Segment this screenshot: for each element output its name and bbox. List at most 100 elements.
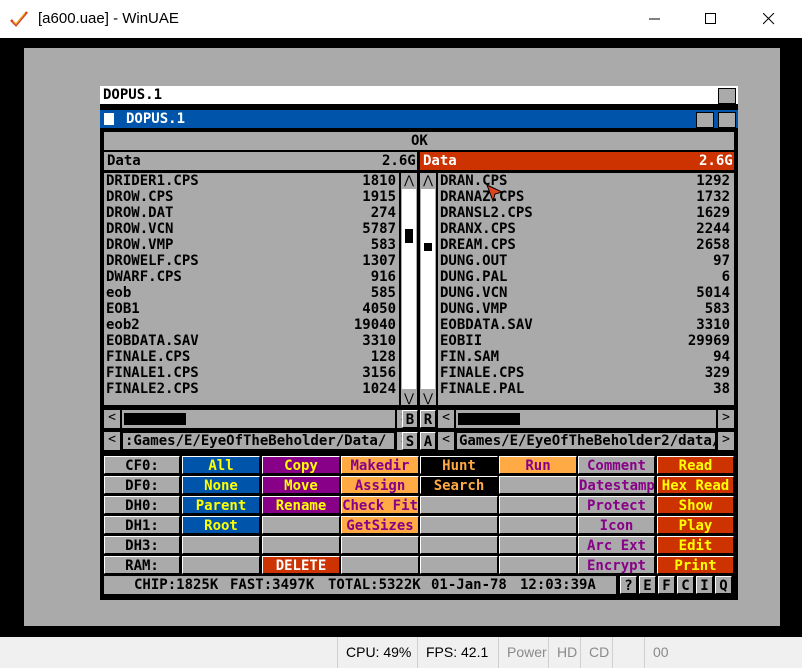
- command-button[interactable]: GetSizes: [341, 516, 419, 534]
- right-scroll-track[interactable]: [421, 189, 435, 389]
- command-button[interactable]: Move: [262, 476, 340, 494]
- command-button[interactable]: Comment: [578, 456, 655, 474]
- device-button[interactable]: DH1:: [104, 516, 180, 534]
- command-button[interactable]: Copy: [262, 456, 340, 474]
- empty-button[interactable]: [420, 496, 498, 514]
- file-row[interactable]: DROW.DAT 274: [106, 205, 396, 221]
- file-row[interactable]: DREAM.CPS 2658: [440, 237, 730, 253]
- left-lister-header[interactable]: [104, 152, 417, 170]
- window-zoom-icon[interactable]: [696, 112, 714, 128]
- empty-button[interactable]: [262, 536, 340, 554]
- empty-button[interactable]: [420, 536, 498, 554]
- buffer-b-button[interactable]: B: [402, 410, 418, 428]
- file-row[interactable]: DUNG.VMP 583: [440, 301, 730, 317]
- command-button[interactable]: Assign: [341, 476, 419, 494]
- empty-button[interactable]: [182, 536, 260, 554]
- maximize-button[interactable]: [688, 0, 734, 38]
- window-close-gadget-icon[interactable]: [104, 113, 114, 125]
- left-file-list[interactable]: DRIDER1.CPS 1810 DROW.CPS 1915 DROW.DAT 274 DR…: [104, 173, 399, 405]
- command-button[interactable]: Icon Info: [578, 516, 655, 534]
- file-row[interactable]: DUNG.VCN 5014: [440, 285, 730, 301]
- file-row[interactable]: DROW.VMP 583: [106, 237, 396, 253]
- empty-button[interactable]: [420, 556, 498, 574]
- delete-button[interactable]: DELETE: [262, 556, 340, 574]
- file-row[interactable]: FINALE.CPS 329: [440, 365, 730, 381]
- right-path-forward-icon[interactable]: >: [718, 432, 734, 450]
- close-button[interactable]: [746, 0, 792, 38]
- right-hscroll-left-icon[interactable]: <: [438, 410, 454, 428]
- left-path-back-icon[interactable]: <: [104, 432, 120, 450]
- command-button[interactable]: None: [182, 476, 260, 494]
- left-hscroll-thumb[interactable]: [124, 413, 186, 425]
- command-button[interactable]: Root: [182, 516, 260, 534]
- left-path-field[interactable]: :Games/E/EyeOfTheBeholder/Data/: [122, 432, 395, 450]
- command-button[interactable]: Hex Read: [657, 476, 734, 494]
- empty-button[interactable]: [499, 516, 577, 534]
- empty-button[interactable]: [182, 556, 260, 574]
- file-row[interactable]: FINALE1.CPS 3156: [106, 365, 396, 381]
- host-titlebar[interactable]: [a600.uae] - WinUAE: [0, 0, 802, 38]
- right-file-list[interactable]: DRAN.CPS 1292 DRANAZ.CPS 1732 DRANSL2.CPS 162…: [438, 173, 734, 405]
- tool-button[interactable]: I: [696, 576, 713, 594]
- right-path-back-icon[interactable]: <: [438, 432, 454, 450]
- file-row[interactable]: DROWELF.CPS 1307: [106, 253, 396, 269]
- empty-button[interactable]: [420, 516, 498, 534]
- file-row[interactable]: DRANX.CPS 2244: [440, 221, 730, 237]
- command-button[interactable]: Run: [499, 456, 577, 474]
- buffer-r-button[interactable]: R: [420, 410, 436, 428]
- file-row[interactable]: eob2 19040: [106, 317, 396, 333]
- file-row[interactable]: FIN.SAM 94: [440, 349, 730, 365]
- tool-button[interactable]: C: [677, 576, 694, 594]
- command-button[interactable]: Read: [657, 456, 734, 474]
- window-depth-icon[interactable]: [718, 112, 736, 128]
- file-row[interactable]: FINALE.CPS 128: [106, 349, 396, 365]
- right-scroll-down-icon[interactable]: ⋁: [420, 391, 436, 405]
- left-hscroll-left-icon[interactable]: <: [104, 410, 120, 428]
- empty-button[interactable]: [499, 556, 577, 574]
- file-row[interactable]: EOB1 4050: [106, 301, 396, 317]
- left-scroll-thumb[interactable]: [405, 229, 413, 243]
- file-row[interactable]: DUNG.OUT 97: [440, 253, 730, 269]
- tool-button[interactable]: Q: [715, 576, 732, 594]
- right-hscroll-track[interactable]: [456, 410, 716, 428]
- empty-button[interactable]: [499, 496, 577, 514]
- device-button[interactable]: DF0:: [104, 476, 180, 494]
- left-scroll-down-icon[interactable]: ⋁: [401, 391, 417, 405]
- file-row[interactable]: DRANSL2.CPS 1629: [440, 205, 730, 221]
- tool-button[interactable]: E: [639, 576, 656, 594]
- right-scrollbar[interactable]: ⋀ ⋁: [420, 173, 436, 405]
- device-button[interactable]: DH0:: [104, 496, 180, 514]
- right-hscroll-right-icon[interactable]: >: [718, 410, 734, 428]
- screen-title-bar[interactable]: [100, 86, 738, 104]
- file-row[interactable]: DRAN.CPS 1292: [440, 173, 730, 189]
- left-scrollbar[interactable]: ⋀ ⋁: [401, 173, 417, 405]
- device-button[interactable]: RAM:: [104, 556, 180, 574]
- left-hscroll-track[interactable]: [122, 410, 395, 428]
- command-button[interactable]: All: [182, 456, 260, 474]
- file-row[interactable]: DRANAZ.CPS 1732: [440, 189, 730, 205]
- window-title-bar[interactable]: [100, 110, 738, 128]
- command-button[interactable]: Protect: [578, 496, 655, 514]
- file-row[interactable]: FINALE2.CPS 1024: [106, 381, 396, 397]
- device-button[interactable]: DH3:: [104, 536, 180, 554]
- file-row[interactable]: EOBDATA.SAV 3310: [440, 317, 730, 333]
- a-button[interactable]: A: [420, 432, 436, 450]
- file-row[interactable]: DUNG.PAL 6: [440, 269, 730, 285]
- file-row[interactable]: EOBDATA.SAV 3310: [106, 333, 396, 349]
- command-button[interactable]: Encrypt: [578, 556, 655, 574]
- right-hscroll-thumb[interactable]: [458, 413, 520, 425]
- s-button[interactable]: S: [402, 432, 418, 450]
- empty-button[interactable]: [262, 516, 340, 534]
- file-row[interactable]: DWARF.CPS 916: [106, 269, 396, 285]
- command-button[interactable]: Show: [657, 496, 734, 514]
- command-button[interactable]: Arc Ext: [578, 536, 655, 554]
- device-button[interactable]: CF0:: [104, 456, 180, 474]
- empty-button[interactable]: [341, 556, 419, 574]
- command-button[interactable]: Rename: [262, 496, 340, 514]
- right-lister-header[interactable]: [420, 152, 734, 170]
- minimize-button[interactable]: [632, 0, 678, 38]
- command-button[interactable]: Print: [657, 556, 734, 574]
- empty-button[interactable]: [499, 536, 577, 554]
- tool-button[interactable]: F: [658, 576, 675, 594]
- file-row[interactable]: eob 585: [106, 285, 396, 301]
